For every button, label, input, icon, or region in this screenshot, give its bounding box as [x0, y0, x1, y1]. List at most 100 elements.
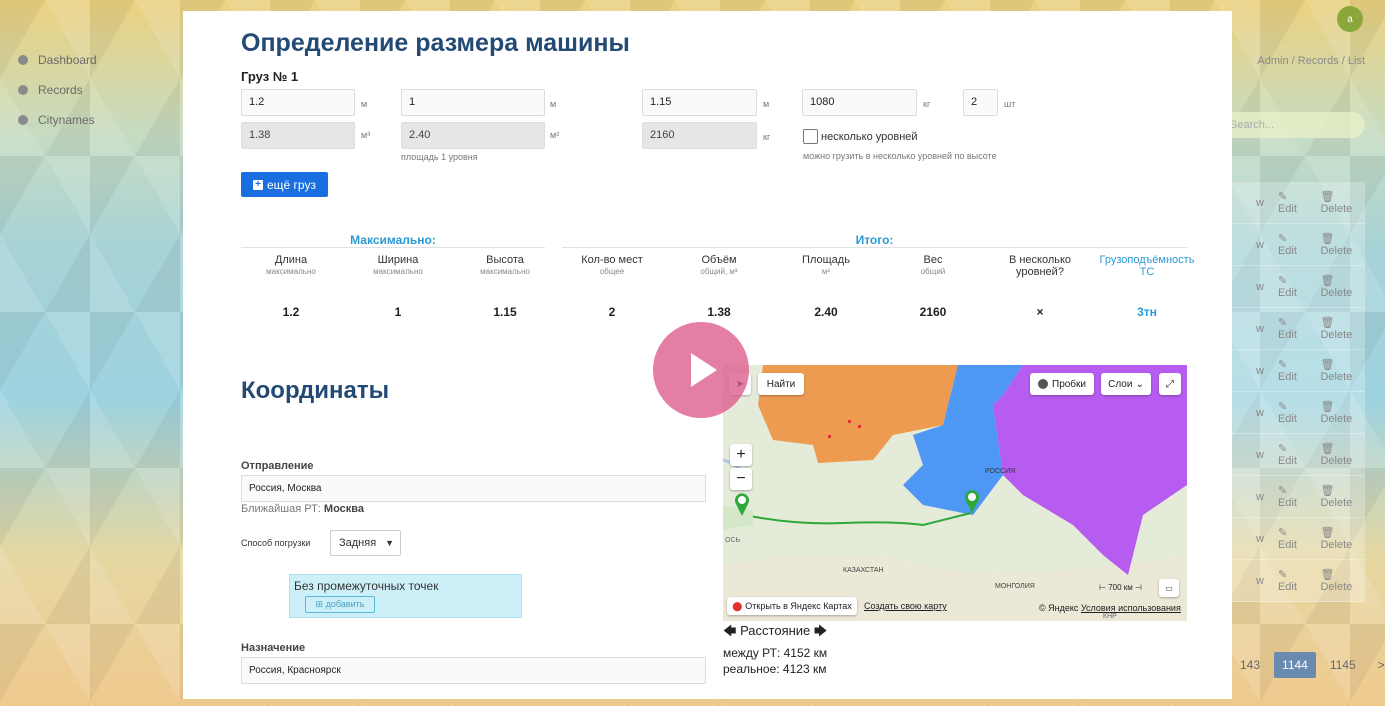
summary-column-header: Ширина максимально: [348, 254, 448, 276]
map-find-button[interactable]: Найти: [758, 373, 804, 395]
table-row: w ✎ Edit 🗑 Delete: [1232, 350, 1365, 392]
max-section-title: Максимально:: [350, 233, 436, 247]
summary-column-sub: максимально: [480, 267, 530, 276]
view-link[interactable]: w: [1256, 281, 1264, 293]
count-unit: шт: [1004, 99, 1016, 109]
page-next[interactable]: >: [1370, 652, 1385, 678]
summary-column-title: В несколько уровней?: [1008, 254, 1072, 278]
summary-column-sub: общий: [920, 267, 946, 276]
zoom-in-icon[interactable]: +: [730, 444, 752, 466]
view-link[interactable]: w: [1256, 197, 1264, 209]
traffic-button[interactable]: Пробки: [1030, 373, 1094, 395]
count-input[interactable]: 2: [963, 89, 998, 116]
delete-link[interactable]: 🗑 Delete: [1320, 190, 1365, 215]
edit-link[interactable]: ✎ Edit: [1278, 358, 1307, 383]
terms-link[interactable]: Условия использования: [1081, 603, 1181, 613]
distance-real: реальное: 4123 км: [723, 662, 827, 676]
edit-link[interactable]: ✎ Edit: [1278, 400, 1307, 425]
destination-input[interactable]: Россия, Красноярск: [241, 657, 706, 684]
summary-column-sub: максимально: [373, 267, 423, 276]
add-cargo-button[interactable]: + ещё груз: [241, 172, 328, 197]
sidebar-item-citynames[interactable]: Citynames: [0, 105, 183, 135]
arrow-right-icon[interactable]: 🡆: [814, 623, 827, 638]
view-link[interactable]: w: [1256, 407, 1264, 419]
delete-link[interactable]: 🗑 Delete: [1320, 358, 1365, 383]
avatar[interactable]: a: [1337, 6, 1363, 32]
map-label-russia: РОССИЯ: [985, 468, 1016, 475]
delete-link[interactable]: 🗑 Delete: [1320, 400, 1365, 425]
summary-value: 1.2: [282, 305, 300, 319]
delete-link[interactable]: 🗑 Delete: [1320, 232, 1365, 257]
total-section-title: Итого:: [855, 233, 894, 247]
edit-link[interactable]: ✎ Edit: [1278, 484, 1307, 509]
summary-value: 1: [394, 305, 402, 319]
zoom-out-icon[interactable]: −: [730, 468, 752, 490]
summary-column-title: Длина: [274, 254, 308, 266]
summary-column-header: Кол-во мест общее: [562, 254, 662, 276]
delete-link[interactable]: 🗑 Delete: [1320, 316, 1365, 341]
area-hint: площадь 1 уровня: [401, 152, 478, 162]
view-link[interactable]: w: [1256, 575, 1264, 587]
table-row: w ✎ Edit 🗑 Delete: [1232, 476, 1365, 518]
delete-link[interactable]: 🗑 Delete: [1320, 442, 1365, 467]
dashboard-icon: [18, 55, 28, 65]
page-143[interactable]: 143: [1232, 652, 1268, 678]
sidebar-item-dashboard[interactable]: Dashboard: [0, 45, 183, 75]
sidebar-item-records[interactable]: Records: [0, 75, 183, 105]
departure-input[interactable]: Россия, Москва: [241, 475, 706, 502]
loading-method-select[interactable]: Задняя ▼: [330, 530, 401, 556]
table-row: w ✎ Edit 🗑 Delete: [1232, 518, 1365, 560]
edit-link[interactable]: ✎ Edit: [1278, 316, 1307, 341]
view-link[interactable]: w: [1256, 323, 1264, 335]
length-input[interactable]: 1.2: [241, 89, 355, 116]
page-1145[interactable]: 1145: [1322, 652, 1364, 678]
delete-link[interactable]: 🗑 Delete: [1320, 274, 1365, 299]
map-copyright: © Яндекс Условия использования: [1039, 603, 1181, 613]
view-link[interactable]: w: [1256, 365, 1264, 377]
edit-link[interactable]: ✎ Edit: [1278, 442, 1307, 467]
length-unit: м: [361, 99, 368, 109]
summary-value: 2160: [919, 305, 947, 319]
loading-method-label: Способ погрузки: [241, 538, 311, 548]
ruler-icon[interactable]: ▭: [1159, 579, 1179, 597]
page-1144[interactable]: 1144: [1274, 652, 1316, 678]
height-unit: м: [763, 99, 770, 109]
edit-link[interactable]: ✎ Edit: [1278, 190, 1307, 215]
view-link[interactable]: w: [1256, 533, 1264, 545]
edit-link[interactable]: ✎ Edit: [1278, 232, 1307, 257]
width-input[interactable]: 1: [401, 89, 545, 116]
edit-link[interactable]: ✎ Edit: [1278, 526, 1307, 551]
open-in-yandex-button[interactable]: ⬤ Открыть в Яндекс Картах: [727, 597, 857, 615]
volume-field: 1.38: [241, 122, 355, 149]
delete-link[interactable]: 🗑 Delete: [1320, 484, 1365, 509]
arrow-left-icon[interactable]: 🡄: [723, 623, 736, 638]
play-button[interactable]: [653, 322, 749, 418]
height-input[interactable]: 1.15: [642, 89, 757, 116]
view-link[interactable]: w: [1256, 449, 1264, 461]
view-link[interactable]: w: [1256, 239, 1264, 251]
summary-value: 2: [608, 305, 616, 319]
table-row: w ✎ Edit 🗑 Delete: [1232, 434, 1365, 476]
delete-link[interactable]: 🗑 Delete: [1320, 568, 1365, 593]
route-map[interactable]: ➤ Найти Пробки Слои⌄ ⤢ + − РОССИЯ КАЗАХС…: [723, 365, 1187, 621]
add-waypoint-button[interactable]: ⊞ добавить: [305, 596, 375, 613]
background-sidebar: Dashboard Records Citynames: [0, 45, 183, 135]
summary-column-header: В несколько уровней?: [990, 254, 1090, 279]
multi-level-checkbox[interactable]: [803, 129, 818, 144]
summary-column-sub: максимально: [266, 267, 316, 276]
summary-column-header: Вес общий: [883, 254, 983, 276]
play-icon: [691, 353, 717, 387]
traffic-icon: [1038, 379, 1048, 389]
weight-input[interactable]: 1080: [802, 89, 917, 116]
waypoints-text: Без промежуточных точек: [294, 579, 439, 593]
edit-link[interactable]: ✎ Edit: [1278, 568, 1307, 593]
summary-value: 2.40: [814, 305, 838, 319]
layers-button[interactable]: Слои ⌄: [1101, 373, 1151, 395]
edit-link[interactable]: ✎ Edit: [1278, 274, 1307, 299]
distance-between-rt: между РТ: 4152 км: [723, 646, 828, 660]
delete-link[interactable]: 🗑 Delete: [1320, 526, 1365, 551]
view-link[interactable]: w: [1256, 491, 1264, 503]
search-input[interactable]: Search...: [1222, 112, 1365, 138]
fullscreen-icon[interactable]: ⤢: [1159, 373, 1181, 395]
create-map-link[interactable]: Создать свою карту: [864, 601, 947, 611]
